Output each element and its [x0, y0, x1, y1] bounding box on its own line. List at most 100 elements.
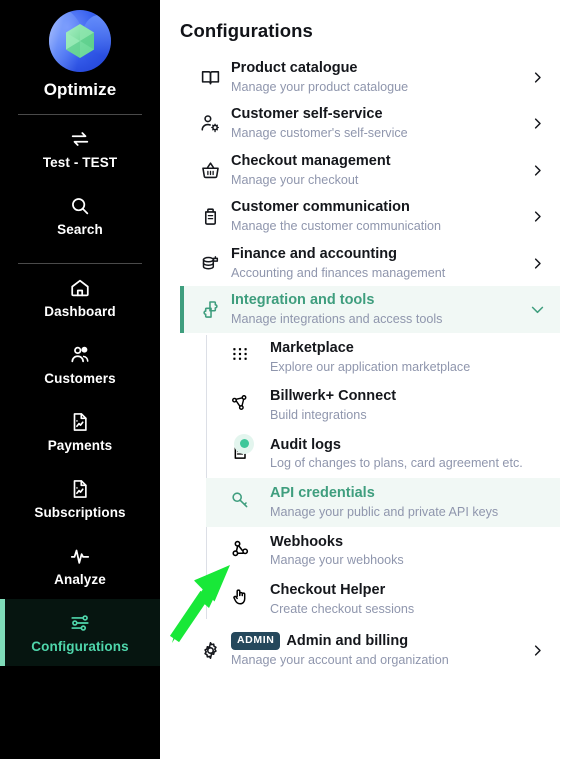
- nodes-icon: [230, 393, 262, 418]
- sub-row-subtitle: Log of changes to plans, card agreement …: [270, 456, 523, 471]
- sub-row-text: Webhooks Manage your webhooks: [262, 533, 404, 569]
- sub-row-text: API credentials Manage your public and p…: [262, 484, 498, 520]
- app-root: Optimize Test - TEST Search Dashboard Cu…: [0, 0, 578, 759]
- config-row-subtitle: Manage integrations and access tools: [231, 312, 443, 327]
- chevron-right-icon[interactable]: [526, 209, 548, 224]
- pulse-icon: [4, 545, 156, 567]
- sub-row-title: Audit logs: [270, 436, 341, 453]
- config-row-title: Checkout management: [231, 152, 391, 169]
- config-row-text: ADMIN Admin and billing Manage your accou…: [227, 632, 526, 668]
- config-row-title: Customer communication: [231, 199, 410, 216]
- sub-row-title: Webhooks: [270, 533, 344, 550]
- sub-row-billwerk-connect[interactable]: Billwerk+ Connect Build integrations: [206, 381, 560, 429]
- sidebar-item-label: Subscriptions: [34, 505, 126, 520]
- configurations-list: Product catalogue Manage your product ca…: [180, 54, 560, 674]
- clipboard-icon: [193, 206, 227, 227]
- webhook-icon: [230, 538, 262, 564]
- status-dot-badge: [234, 433, 254, 454]
- config-row-text: Product catalogue Manage your product ca…: [227, 59, 526, 95]
- sub-row-checkout-helper[interactable]: Checkout Helper Create checkout sessions: [206, 575, 560, 623]
- config-row-customer-communication[interactable]: Customer communication Manage the custom…: [180, 193, 560, 239]
- sidebar-item-dashboard[interactable]: Dashboard: [0, 264, 160, 331]
- sidebar-item-analyze[interactable]: Analyze: [0, 532, 160, 599]
- config-row-integration-and-tools[interactable]: Integration and tools Manage integration…: [180, 286, 560, 334]
- sub-row-text: Audit logs Log of changes to plans, card…: [262, 436, 523, 472]
- logo-hexagon-icon: [66, 24, 94, 58]
- sidebar-item-search[interactable]: Search: [0, 182, 160, 249]
- gear-icon: [193, 640, 227, 661]
- home-icon: [4, 277, 156, 299]
- chevron-right-icon[interactable]: [526, 256, 548, 271]
- sidebar-item-test-test[interactable]: Test - TEST: [0, 115, 160, 182]
- key-icon: [230, 489, 262, 515]
- sub-row-marketplace[interactable]: Marketplace Explore our application mark…: [206, 333, 560, 381]
- config-row-text: Integration and tools Manage integration…: [227, 291, 526, 327]
- sidebar-item-label: Test - TEST: [42, 155, 118, 170]
- grid-dots-icon: [230, 344, 262, 369]
- sub-row-title: Checkout Helper: [270, 581, 386, 598]
- config-row-subtitle: Manage your account and organization: [231, 653, 449, 668]
- sliders-icon: [4, 612, 156, 634]
- users-icon: [4, 344, 156, 366]
- admin-row-title-text: Admin and billing: [286, 633, 409, 650]
- status-badge: ADMIN: [231, 632, 281, 651]
- config-row-subtitle: Manage your checkout: [231, 172, 359, 187]
- sidebar-item-label: Payments: [47, 438, 113, 453]
- config-row-finance-and-accounting[interactable]: Finance and accounting Accounting and fi…: [180, 240, 560, 286]
- config-row-title: Customer self-service: [231, 106, 383, 123]
- config-row-text: Finance and accounting Accounting and fi…: [227, 245, 526, 281]
- integration-sublist: Marketplace Explore our application mark…: [206, 333, 560, 624]
- user-gear-icon: [193, 113, 227, 134]
- config-row-title: Finance and accounting: [231, 245, 397, 262]
- sub-row-audit-logs[interactable]: Audit logs Log of changes to plans, card…: [206, 430, 560, 478]
- document-chart-icon: [4, 478, 156, 500]
- sidebar-item-label: Dashboard: [44, 304, 116, 319]
- config-row-checkout-management[interactable]: Checkout management Manage your checkout: [180, 147, 560, 193]
- sidebar-item-customers[interactable]: Customers: [0, 331, 160, 398]
- config-row-text: Checkout management Manage your checkout: [227, 152, 526, 188]
- sub-row-webhooks[interactable]: Webhooks Manage your webhooks: [206, 527, 560, 575]
- basket-icon: [193, 160, 227, 181]
- sub-row-api-credentials[interactable]: API credentials Manage your public and p…: [206, 478, 560, 527]
- config-row-title: Integration and tools: [231, 292, 375, 309]
- sub-row-subtitle: Explore our application marketplace: [270, 359, 471, 374]
- config-row-subtitle: Manage your product catalogue: [231, 79, 409, 94]
- config-row-title: Product catalogue: [231, 60, 358, 76]
- chevron-right-icon[interactable]: [526, 70, 548, 85]
- sub-row-title: Billwerk+ Connect: [270, 388, 397, 405]
- sidebar-item-label: Customers: [44, 371, 116, 386]
- main-content: Configurations Product catalogue Manage …: [160, 0, 578, 759]
- coins-stack-icon: [193, 253, 227, 274]
- chevron-right-icon[interactable]: [526, 116, 548, 131]
- sidebar-item-label: Search: [57, 222, 103, 237]
- primary-sidebar: Optimize Test - TEST Search Dashboard Cu…: [0, 0, 160, 759]
- sidebar-item-subscriptions[interactable]: Subscriptions: [0, 465, 160, 532]
- sidebar-item-label: Configurations: [31, 639, 129, 654]
- document-chart-icon: [4, 411, 156, 433]
- book-icon: [193, 67, 227, 88]
- brand-name: Optimize: [43, 80, 117, 99]
- config-row-subtitle: Manage customer's self-service: [231, 126, 408, 141]
- sub-row-subtitle: Build integrations: [270, 408, 367, 423]
- page-title: Configurations: [180, 20, 313, 41]
- sidebar-item-payments[interactable]: Payments: [0, 398, 160, 465]
- chevron-right-icon[interactable]: [526, 163, 548, 178]
- config-row-product-catalogue[interactable]: Product catalogue Manage your product ca…: [180, 54, 560, 100]
- brand-block[interactable]: Optimize: [0, 0, 160, 100]
- chevron-right-icon[interactable]: [526, 643, 548, 658]
- sub-row-subtitle: Manage your public and private API keys: [270, 504, 499, 519]
- sub-row-title: Marketplace: [270, 339, 354, 356]
- sidebar-item-configurations[interactable]: Configurations: [0, 599, 160, 666]
- optimize-logo: [49, 10, 111, 72]
- config-row-admin-and-billing[interactable]: ADMIN Admin and billing Manage your accou…: [180, 627, 560, 673]
- sub-row-subtitle: Manage your webhooks: [270, 553, 404, 568]
- sidebar-item-label: Analyze: [54, 572, 106, 587]
- config-row-customer-self-service[interactable]: Customer self-service Manage customer's …: [180, 100, 560, 146]
- puzzle-icon: [193, 299, 227, 320]
- config-row-subtitle: Manage the customer communication: [231, 219, 441, 234]
- sub-row-text: Billwerk+ Connect Build integrations: [262, 387, 396, 423]
- search-icon: [4, 195, 156, 217]
- sub-row-title: API credentials: [270, 485, 375, 502]
- config-row-text: Customer communication Manage the custom…: [227, 198, 526, 234]
- chevron-down-icon[interactable]: [526, 301, 548, 318]
